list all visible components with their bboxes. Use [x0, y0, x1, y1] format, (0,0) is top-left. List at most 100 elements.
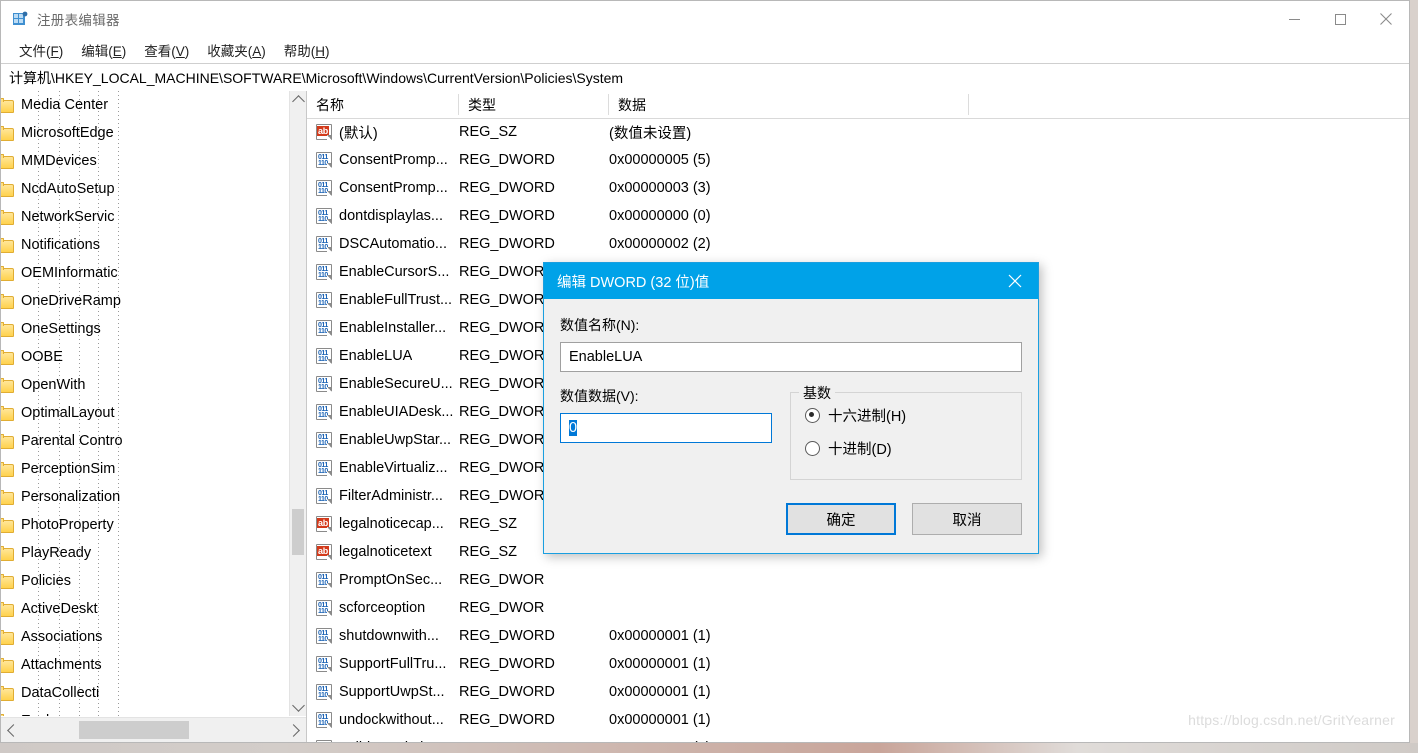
- tree-node-mmdevices[interactable]: MMDevices: [1, 147, 289, 175]
- radio-hexadecimal-button[interactable]: [805, 408, 820, 423]
- scroll-right-arrow[interactable]: [284, 718, 306, 742]
- tree-node-onesettings[interactable]: OneSettings: [1, 315, 289, 343]
- folder-icon: [1, 349, 14, 365]
- value-data-cell: 0x00000002 (2): [609, 236, 711, 252]
- value-data-input[interactable]: 0: [560, 413, 772, 443]
- tree-node-notifications[interactable]: Notifications: [1, 231, 289, 259]
- title-bar: 注册表编辑器: [1, 1, 1409, 37]
- radio-decimal[interactable]: 十进制(D): [805, 438, 1011, 459]
- value-name-cell: 011 110 PromptOnSec...: [307, 572, 459, 588]
- dword-value-icon: 011110: [316, 348, 332, 364]
- radio-decimal-button[interactable]: [805, 441, 820, 456]
- scroll-up-arrow[interactable]: [290, 91, 306, 109]
- folder-icon: [1, 181, 14, 197]
- scroll-left-arrow[interactable]: [1, 718, 23, 742]
- tree-horizontal-scrollbar[interactable]: [1, 717, 306, 742]
- dword-value-icon: 011110: [316, 740, 332, 742]
- tree-node-playready[interactable]: PlayReady: [1, 539, 289, 567]
- column-header-name[interactable]: 名称: [307, 91, 459, 118]
- value-name-cell: ab legalnoticecap...: [307, 516, 459, 532]
- value-name-text: EnableInstaller...: [339, 320, 447, 336]
- tree-node-label: OptimalLayout: [21, 405, 115, 421]
- tree-node-media-center[interactable]: Media Center: [1, 91, 289, 119]
- tree-node-openwith[interactable]: OpenWith: [1, 371, 289, 399]
- registry-value-row[interactable]: 011110 ValidateAdmin... REG_DWORD0x0000000…: [307, 734, 1409, 742]
- tree-node-label: NetworkServic: [21, 209, 115, 225]
- menu-file[interactable]: 文件(F): [10, 37, 72, 64]
- tree-node-attachments[interactable]: Attachments: [1, 651, 289, 679]
- registry-value-row[interactable]: 011 110 scforceoption REG_DWOR: [307, 594, 1409, 622]
- value-name-label: 数值名称(N):: [560, 317, 640, 333]
- tree-node-oeminformatic[interactable]: OEMInformatic: [1, 259, 289, 287]
- registry-value-row[interactable]: 011 110 SupportUwpSt... REG_DWORD 0x00000001…: [307, 678, 1409, 706]
- dword-value-icon: 011110: [316, 572, 332, 588]
- maximize-button[interactable]: [1317, 1, 1363, 37]
- menu-favorites[interactable]: 收藏夹(A): [198, 37, 275, 64]
- tree-node-associations[interactable]: Associations: [1, 623, 289, 651]
- column-header-data[interactable]: 数据: [609, 91, 969, 118]
- menu-help[interactable]: 帮助(H): [275, 37, 339, 64]
- window-title: 注册表编辑器: [37, 13, 120, 28]
- tree-node-parental-contro[interactable]: Parental Contro: [1, 427, 289, 455]
- tree-node-activedeskt[interactable]: ActiveDeskt: [1, 595, 289, 623]
- tree-node-explorer[interactable]: Explorer: [1, 707, 289, 716]
- column-header-filler: [969, 91, 1409, 118]
- tree-node-datacollecti[interactable]: DataCollecti: [1, 679, 289, 707]
- window-controls: [1271, 1, 1409, 37]
- tree-vscroll-thumb[interactable]: [292, 509, 304, 555]
- registry-value-row[interactable]: ab (默认) REG_SZ (数值未设置): [307, 118, 1409, 146]
- tree-node-perceptionsim[interactable]: PerceptionSim: [1, 455, 289, 483]
- menu-view-label: 查看: [144, 43, 172, 59]
- ok-button[interactable]: 确定: [786, 503, 896, 535]
- dialog-body: 数值名称(N): EnableLUA 数值数据(V): 0 基数 十六进制(H)…: [544, 299, 1038, 480]
- address-bar[interactable]: 计算机\HKEY_LOCAL_MACHINE\SOFTWARE\Microsof…: [1, 63, 1409, 92]
- registry-value-row[interactable]: 011 110 SupportFullTru... REG_DWORD 0x000000…: [307, 650, 1409, 678]
- close-button[interactable]: [1363, 1, 1409, 37]
- tree-node-optimallayout[interactable]: OptimalLayout: [1, 399, 289, 427]
- tree-node-networkservic[interactable]: NetworkServic: [1, 203, 289, 231]
- registry-value-row[interactable]: 011 110 DSCAutomatio... REG_DWORD 0x00000002…: [307, 230, 1409, 258]
- value-name-input[interactable]: EnableLUA: [560, 342, 1022, 372]
- registry-value-row[interactable]: 011 110 ConsentPromp... REG_DWORD 0x00000003…: [307, 174, 1409, 202]
- value-name-text: EnableUwpStar...: [339, 432, 452, 448]
- registry-value-row[interactable]: 011 110 ConsentPromp... REG_DWORD 0x00000005…: [307, 146, 1409, 174]
- dword-value-icon: 011110: [316, 628, 332, 644]
- dword-value-icon: 011110: [316, 432, 332, 448]
- tree-node-label: Personalization: [21, 489, 121, 505]
- minimize-button[interactable]: [1271, 1, 1317, 37]
- registry-tree[interactable]: Media Center MicrosoftEdge MMDevices NcdAut…: [1, 91, 289, 716]
- tree-node-ncdautosetup[interactable]: NcdAutoSetup: [1, 175, 289, 203]
- radio-hexadecimal[interactable]: 十六进制(H): [805, 405, 1011, 426]
- value-type-cell: REG_DWORD: [459, 236, 555, 252]
- folder-icon: [1, 209, 14, 225]
- dword-value-icon: 011110: [316, 180, 332, 196]
- registry-value-row[interactable]: 011 110 PromptOnSec... REG_DWOR: [307, 566, 1409, 594]
- tree-node-onedriveramp[interactable]: OneDriveRamp: [1, 287, 289, 315]
- dword-value-icon: 011110: [316, 404, 332, 420]
- tree-vertical-scrollbar[interactable]: [289, 91, 306, 716]
- tree-node-policies[interactable]: Policies: [1, 567, 289, 595]
- dialog-close-button[interactable]: [992, 263, 1038, 299]
- tree-node-label: MMDevices: [21, 153, 97, 169]
- tree-node-personalization[interactable]: Personalization: [1, 483, 289, 511]
- watermark-text: https://blog.csdn.net/GritYearner: [1188, 712, 1395, 728]
- menu-view[interactable]: 查看(V): [135, 37, 198, 64]
- tree-hscroll-thumb[interactable]: [79, 721, 189, 739]
- tree-node-oobe[interactable]: OOBE: [1, 343, 289, 371]
- tree-node-photoproperty[interactable]: PhotoProperty: [1, 511, 289, 539]
- menu-edit[interactable]: 编辑(E): [72, 37, 135, 64]
- tree-node-label: PerceptionSim: [21, 461, 116, 477]
- scroll-down-arrow[interactable]: [290, 698, 306, 716]
- value-name-cell: 011 110 ConsentPromp...: [307, 152, 459, 168]
- value-name-cell: 011 110 scforceoption: [307, 600, 459, 616]
- registry-value-row[interactable]: 011 110 dontdisplaylas... REG_DWORD 0x000000…: [307, 202, 1409, 230]
- value-data-cell: 0x00000001 (1): [609, 712, 711, 728]
- value-type-cell: REG_DWOR: [459, 600, 545, 616]
- dword-value-icon: 011110: [316, 320, 332, 336]
- column-header-type[interactable]: 类型: [459, 91, 609, 118]
- registry-value-row[interactable]: 011 110 shutdownwith... REG_DWORD 0x00000001…: [307, 622, 1409, 650]
- tree-node-microsoftedge[interactable]: MicrosoftEdge: [1, 119, 289, 147]
- value-name-cell: 011 110 FilterAdministr...: [307, 488, 459, 504]
- menu-file-key: F: [50, 43, 59, 59]
- cancel-button[interactable]: 取消: [912, 503, 1022, 535]
